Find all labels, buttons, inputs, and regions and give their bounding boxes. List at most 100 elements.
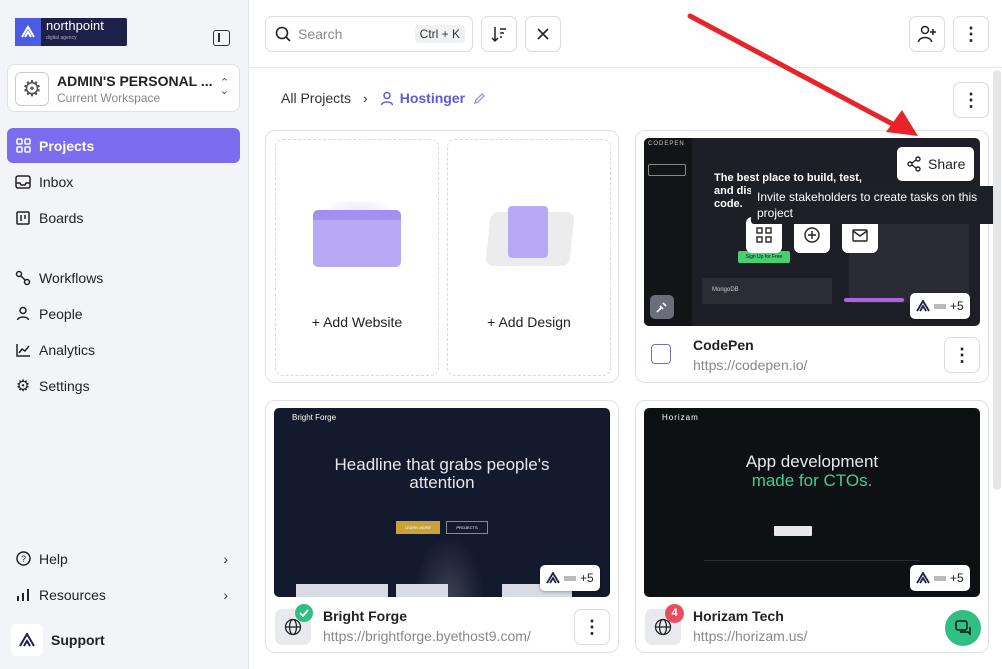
plugin-icon[interactable] <box>650 295 674 319</box>
sidebar-item-inbox[interactable]: Inbox <box>7 164 240 199</box>
project-card-codepen[interactable]: CODEPEN The best place to build, test, a… <box>635 130 989 383</box>
avatar-mini-label <box>564 575 576 581</box>
collapse-sidebar-icon[interactable] <box>213 30 230 46</box>
collaborators-badge[interactable]: +5 <box>540 565 600 591</box>
person-icon <box>380 91 393 105</box>
hz-brand: Horizam <box>662 413 699 422</box>
browser-window-graphic <box>313 210 401 267</box>
breadcrumb-more-button[interactable]: ⋮ <box>953 82 989 118</box>
hz-divider <box>704 560 920 561</box>
bf-learn-more-graphic: LEARN MORE <box>396 521 440 534</box>
sidebar-item-settings[interactable]: ⚙ Settings <box>7 368 240 403</box>
resources-bars-icon <box>15 587 31 603</box>
sidebar-item-support[interactable]: Support <box>7 622 240 658</box>
sidebar-item-workflows[interactable]: Workflows <box>7 260 240 295</box>
red-arrow-annotation <box>687 13 918 136</box>
notification-count-badge: 4 <box>665 604 684 623</box>
svg-text:?: ? <box>20 554 25 564</box>
search-shortcut: Ctrl + K <box>414 25 465 43</box>
share-label: Share <box>928 156 966 172</box>
northpoint-logo[interactable]: northpoint digital agency <box>15 18 127 46</box>
sidebar-item-people[interactable]: People <box>7 296 240 331</box>
breadcrumb-current[interactable]: Hostinger <box>380 90 486 106</box>
avatar-mini-label <box>934 575 946 581</box>
select-checkbox[interactable] <box>651 344 671 364</box>
kebab-icon: ⋮ <box>953 344 971 365</box>
status-check-icon <box>295 604 313 622</box>
board-icon <box>15 210 31 226</box>
workspace-subtitle: Current Workspace <box>57 91 161 105</box>
sidebar: northpoint digital agency ⚙ ADMIN'S PERSO… <box>0 0 249 669</box>
sidebar-item-label: Analytics <box>39 341 96 358</box>
clear-button[interactable] <box>525 16 561 52</box>
close-icon <box>537 28 549 40</box>
sidebar-item-analytics[interactable]: Analytics <box>7 332 240 367</box>
codepen-logo-text: CODEPEN <box>648 141 685 147</box>
chat-icon <box>955 620 971 636</box>
sidebar-item-label: People <box>39 305 83 322</box>
design-file-graphic <box>508 206 548 258</box>
search-icon <box>275 26 291 42</box>
bf-brand: Bright Forge <box>292 413 337 422</box>
sidebar-item-label: Projects <box>39 137 95 154</box>
project-name[interactable]: Horizam Tech <box>693 608 784 624</box>
collaborators-badge[interactable]: +5 <box>910 565 970 591</box>
mail-icon <box>852 228 868 242</box>
sidebar-item-label: Inbox <box>39 173 74 190</box>
project-url[interactable]: https://brightforge.byethost9.com/ <box>323 628 531 644</box>
sidebar-item-label: Boards <box>39 209 84 226</box>
support-logo-icon <box>11 624 43 656</box>
sidebar-item-help[interactable]: ? Help › <box>7 541 240 576</box>
avatar-mini-label <box>934 303 946 309</box>
add-design-tile[interactable]: + Add Design <box>447 139 611 376</box>
chevron-right-icon: › <box>223 550 228 567</box>
project-url[interactable]: https://codepen.io/ <box>693 357 807 373</box>
workspace-gear-icon: ⚙ <box>15 72 49 106</box>
person-icon <box>15 306 31 322</box>
chat-button[interactable] <box>945 610 981 646</box>
sidebar-item-label: Help <box>39 550 68 567</box>
project-card-horizam-tech[interactable]: Horizam App development made for CTOs. +… <box>635 400 989 653</box>
hz-cta-graphic <box>774 526 812 536</box>
scrollbar[interactable] <box>993 70 1001 490</box>
sidebar-item-boards[interactable]: Boards <box>7 200 240 235</box>
chevron-updown-icon: ⌃ ⌄ <box>219 77 229 97</box>
search-input[interactable]: Search Ctrl + K <box>265 16 473 52</box>
kebab-icon: ⋮ <box>962 24 980 44</box>
gear-icon: ⚙ <box>15 377 31 395</box>
plus-circle-icon <box>804 227 820 243</box>
chevron-right-icon: › <box>223 586 228 603</box>
avatar-logo-icon <box>546 572 560 584</box>
avatar-logo-icon <box>916 572 930 584</box>
project-url[interactable]: https://horizam.us/ <box>693 628 807 644</box>
edit-pencil-icon[interactable] <box>473 92 486 105</box>
share-tooltip: Invite stakeholders to create tasks on t… <box>751 186 1001 224</box>
inbox-icon <box>15 174 31 190</box>
breadcrumb-all-projects[interactable]: All Projects <box>281 90 351 106</box>
project-menu-button[interactable]: ⋮ <box>574 609 610 645</box>
breadcrumb-current-label: Hostinger <box>399 90 466 106</box>
codepen-stripe <box>844 298 904 302</box>
collaborators-badge[interactable]: +5 <box>910 293 970 319</box>
kebab-icon: ⋮ <box>962 89 980 110</box>
sort-icon <box>491 27 506 43</box>
chevron-right-icon: › <box>363 90 368 106</box>
workflow-icon <box>15 270 31 286</box>
project-menu-button[interactable]: ⋮ <box>944 337 980 373</box>
share-button[interactable]: Share <box>897 147 975 181</box>
add-website-label: + Add Website <box>311 314 403 330</box>
logo-mark-icon <box>15 18 41 46</box>
project-name[interactable]: Bright Forge <box>323 608 407 624</box>
hz-headline-1: App development <box>745 452 879 471</box>
add-website-tile[interactable]: + Add Website <box>275 139 439 376</box>
sort-button[interactable] <box>481 16 517 52</box>
add-design-label: + Add Design <box>487 314 571 330</box>
sidebar-item-projects[interactable]: Projects <box>7 128 240 163</box>
sidebar-item-resources[interactable]: Resources › <box>7 577 240 612</box>
project-name[interactable]: CodePen <box>693 337 754 353</box>
more-options-button[interactable]: ⋮ <box>953 16 989 52</box>
workspace-switcher[interactable]: ⚙ ADMIN'S PERSONAL ... Current Workspace… <box>7 64 240 112</box>
breadcrumb: All Projects › Hostinger <box>281 90 486 106</box>
bf-feature-card <box>296 584 388 597</box>
project-card-bright-forge[interactable]: Bright Forge Headline that grabs people'… <box>265 400 619 653</box>
